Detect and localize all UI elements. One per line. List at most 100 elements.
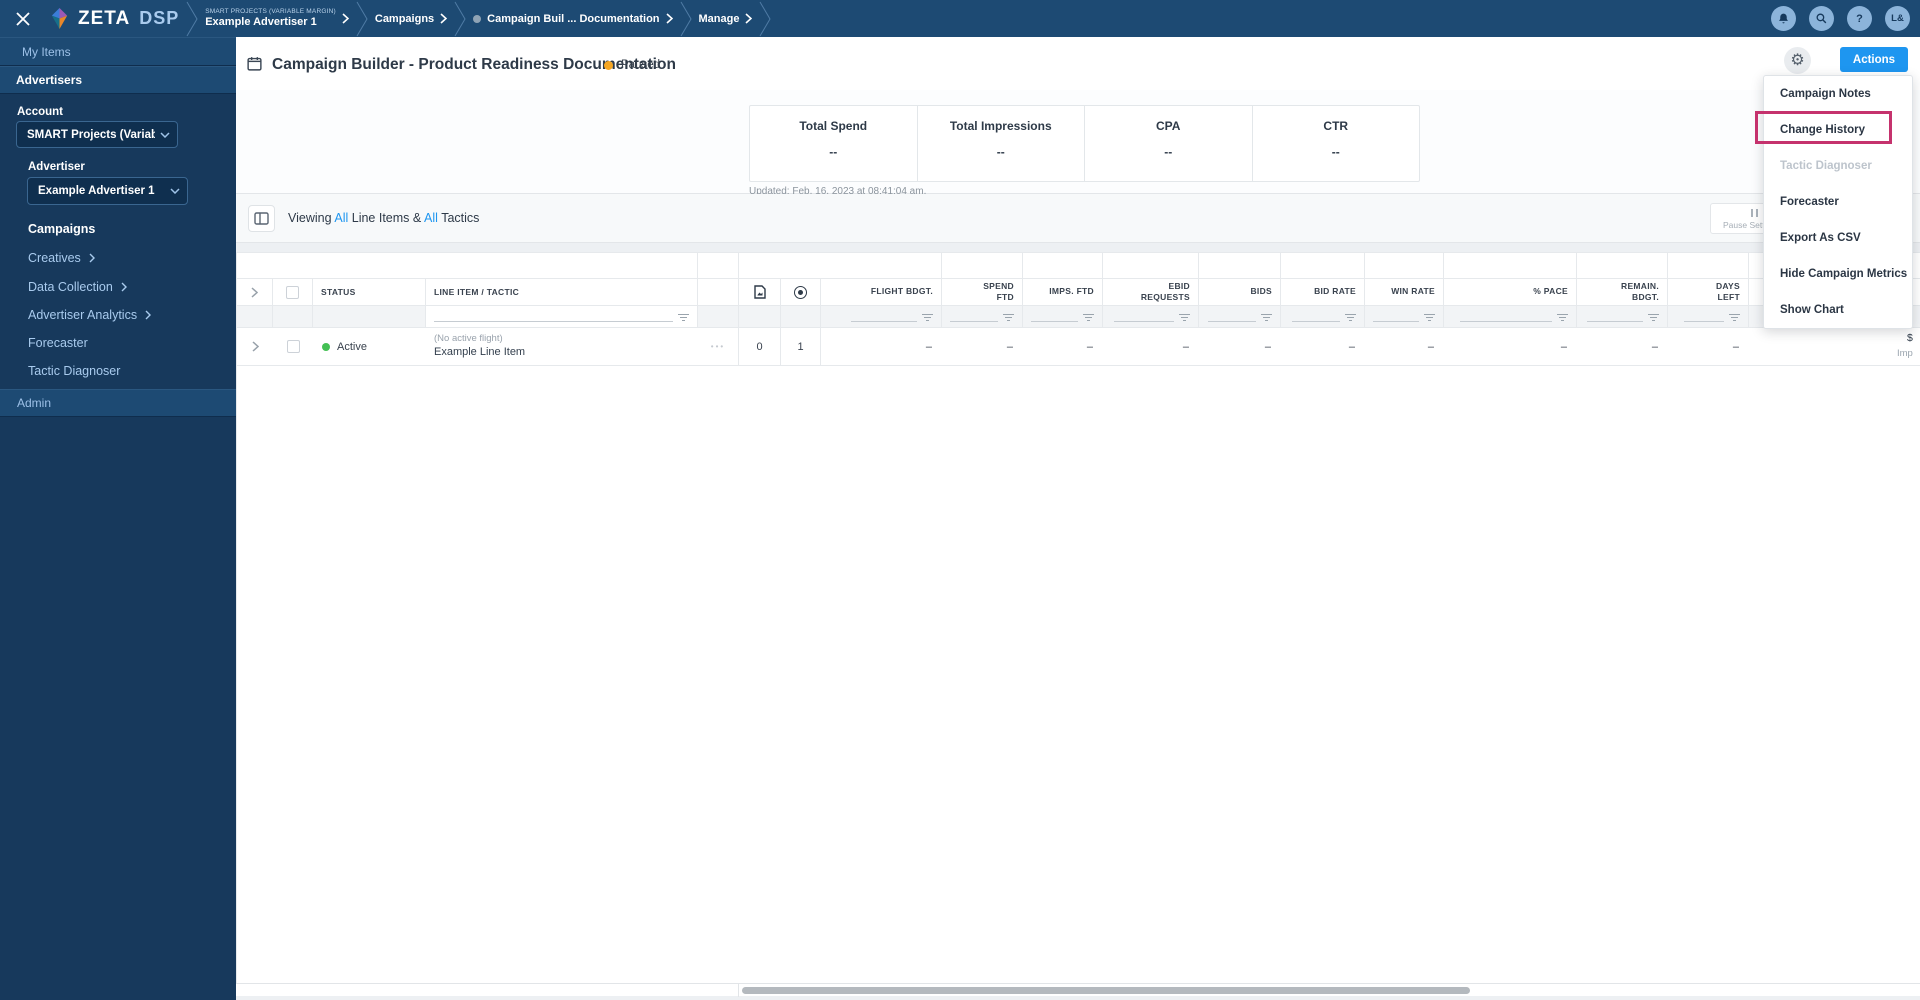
cell-win-rate: – [1427, 340, 1434, 353]
search-icon [1816, 13, 1827, 24]
filter-imps-ftd[interactable] [1023, 306, 1103, 327]
filter-icon[interactable] [1179, 314, 1190, 322]
cell-bid-rate: – [1348, 340, 1355, 353]
menu-item-change-history[interactable]: Change History [1764, 112, 1912, 148]
menu-item-campaign-notes[interactable]: Campaign Notes [1764, 76, 1912, 112]
filter-icon[interactable] [1261, 314, 1272, 322]
filter-icon[interactable] [1003, 314, 1014, 322]
filter-bids[interactable] [1199, 306, 1281, 327]
column-header-bids[interactable]: BIDS [1199, 279, 1281, 305]
filter-icon[interactable] [1648, 314, 1659, 322]
column-header-bid-rate[interactable]: BID RATE [1281, 279, 1365, 305]
column-settings-button[interactable] [248, 205, 275, 232]
column-header-imps-ftd[interactable]: IMPS. FTD [1023, 279, 1103, 305]
account-label: Account [17, 106, 63, 118]
breadcrumb-advertiser[interactable]: SMART PROJECTS (VARIABLE MARGIN) Example… [205, 8, 349, 29]
all-line-items-link[interactable]: All [334, 211, 348, 225]
cell-remaining-budget: – [1651, 340, 1658, 353]
tactic-count: 1 [781, 328, 821, 365]
chevron-right-icon [121, 282, 127, 292]
menu-item-export-as-csv[interactable]: Export As CSV [1764, 220, 1912, 256]
breadcrumb-manage[interactable]: Manage [699, 13, 753, 25]
line-item-name[interactable]: Example Line Item [434, 345, 525, 360]
filter-icon[interactable] [678, 314, 689, 322]
filter-ebid-requests[interactable] [1103, 306, 1199, 327]
column-header-ebid-requests[interactable]: EBID REQUESTS [1103, 279, 1199, 305]
column-header-win-rate[interactable]: WIN RATE [1365, 279, 1444, 305]
filter-flight-budget[interactable] [821, 306, 942, 327]
select-all-checkbox[interactable] [286, 285, 299, 299]
column-header-line-item[interactable]: LINE ITEM / TACTIC [426, 279, 698, 305]
column-header-flight-budget[interactable]: FLIGHT BDGT. [821, 279, 942, 305]
sidebar-item-data-collection[interactable]: Data Collection [28, 280, 127, 294]
zeta-diamond-icon [51, 7, 68, 30]
breadcrumb-campaigns[interactable]: Campaigns [375, 13, 448, 25]
column-header-creatives[interactable] [739, 279, 781, 305]
filter-line-item[interactable] [426, 306, 698, 327]
filter-icon[interactable] [1557, 314, 1568, 322]
filter-icon[interactable] [1424, 314, 1435, 322]
sidebar-item-campaigns[interactable]: Campaigns [28, 222, 95, 236]
page-header: Campaign Builder - Product Readiness Doc… [236, 37, 1920, 90]
scrollbar-thumb[interactable] [742, 987, 1470, 994]
zeta-dsp-logo: ZETA DSP [48, 7, 179, 30]
chevron-right-icon [89, 253, 95, 263]
all-tactics-link[interactable]: All [424, 211, 438, 225]
filter-days-left[interactable] [1668, 306, 1749, 327]
close-icon[interactable] [12, 8, 34, 30]
menu-item-show-chart[interactable]: Show Chart [1764, 292, 1912, 328]
search-button[interactable] [1809, 6, 1834, 31]
cell-pace: – [1560, 340, 1567, 353]
settings-button[interactable]: ⚙ [1784, 47, 1811, 74]
filter-pace[interactable] [1444, 306, 1577, 327]
filter-win-rate[interactable] [1365, 306, 1444, 327]
paused-status-label: Paused [621, 59, 661, 71]
active-status-dot [322, 342, 330, 351]
filter-icon[interactable] [1083, 314, 1094, 322]
filter-spend-ftd[interactable] [942, 306, 1023, 327]
expand-all-toggle[interactable] [237, 279, 273, 305]
account-select[interactable]: SMART Projects (Variable M... [16, 121, 178, 148]
filter-icon[interactable] [922, 314, 933, 322]
advertiser-select[interactable]: Example Advertiser 1 [27, 177, 188, 205]
filter-remaining-budget[interactable] [1577, 306, 1668, 327]
sidebar-item-advertisers[interactable]: Advertisers [0, 66, 236, 94]
actions-button[interactable]: Actions [1840, 47, 1908, 72]
column-header-spend-ftd[interactable]: SPEND FTD [942, 279, 1023, 305]
chevron-right-icon [665, 13, 673, 24]
sidebar-item-advertiser-analytics[interactable]: Advertiser Analytics [28, 308, 152, 322]
cell-ebid-requests: – [1182, 340, 1189, 353]
horizontal-scrollbar[interactable] [236, 983, 1920, 997]
row-line-item[interactable]: (No active flight) Example Line Item [426, 328, 698, 365]
row-checkbox[interactable] [286, 340, 300, 353]
column-header-pace[interactable]: % PACE [1444, 279, 1577, 305]
filter-icon[interactable] [1729, 314, 1740, 322]
menu-item-forecaster[interactable]: Forecaster [1764, 184, 1912, 220]
notifications-button[interactable] [1771, 6, 1796, 31]
row-expander[interactable] [237, 328, 273, 365]
help-button[interactable]: ? [1847, 6, 1872, 31]
column-header-tactics[interactable] [781, 279, 821, 305]
actions-dropdown-menu: Campaign Notes Change History Tactic Dia… [1763, 75, 1913, 329]
breadcrumb-campaign[interactable]: Campaign Buil ... Documentation [473, 13, 673, 25]
sidebar-item-forecaster[interactable]: Forecaster [28, 336, 88, 350]
filter-icon[interactable] [1345, 314, 1356, 322]
column-header-remaining-budget[interactable]: REMAIN. BDGT. [1577, 279, 1668, 305]
breadcrumb-separator [760, 1, 772, 36]
column-header-days-left[interactable]: DAYS LEFT [1668, 279, 1749, 305]
sidebar-item-tactic-diagnoser[interactable]: Tactic Diagnoser [28, 364, 120, 378]
tactic-target-icon [794, 285, 807, 299]
columns-icon [254, 212, 269, 225]
table-toolbar: Viewing All Line Items & All Tactics Pau… [236, 194, 1920, 243]
column-header-status[interactable]: STATUS [313, 279, 426, 305]
campaign-metrics-box: Total Spend -- Total Impressions -- CPA … [749, 105, 1420, 182]
breadcrumb-separator [680, 1, 692, 36]
sidebar-item-creatives[interactable]: Creatives [28, 251, 95, 265]
menu-item-hide-campaign-metrics[interactable]: Hide Campaign Metrics [1764, 256, 1912, 292]
cell-days-left: – [1732, 340, 1739, 353]
sidebar-item-admin[interactable]: Admin [0, 389, 236, 417]
user-avatar[interactable]: L& [1885, 6, 1910, 31]
sidebar-item-my-items[interactable]: My Items [0, 37, 236, 66]
row-menu-icon[interactable]: ••• [711, 342, 725, 351]
filter-bid-rate[interactable] [1281, 306, 1365, 327]
